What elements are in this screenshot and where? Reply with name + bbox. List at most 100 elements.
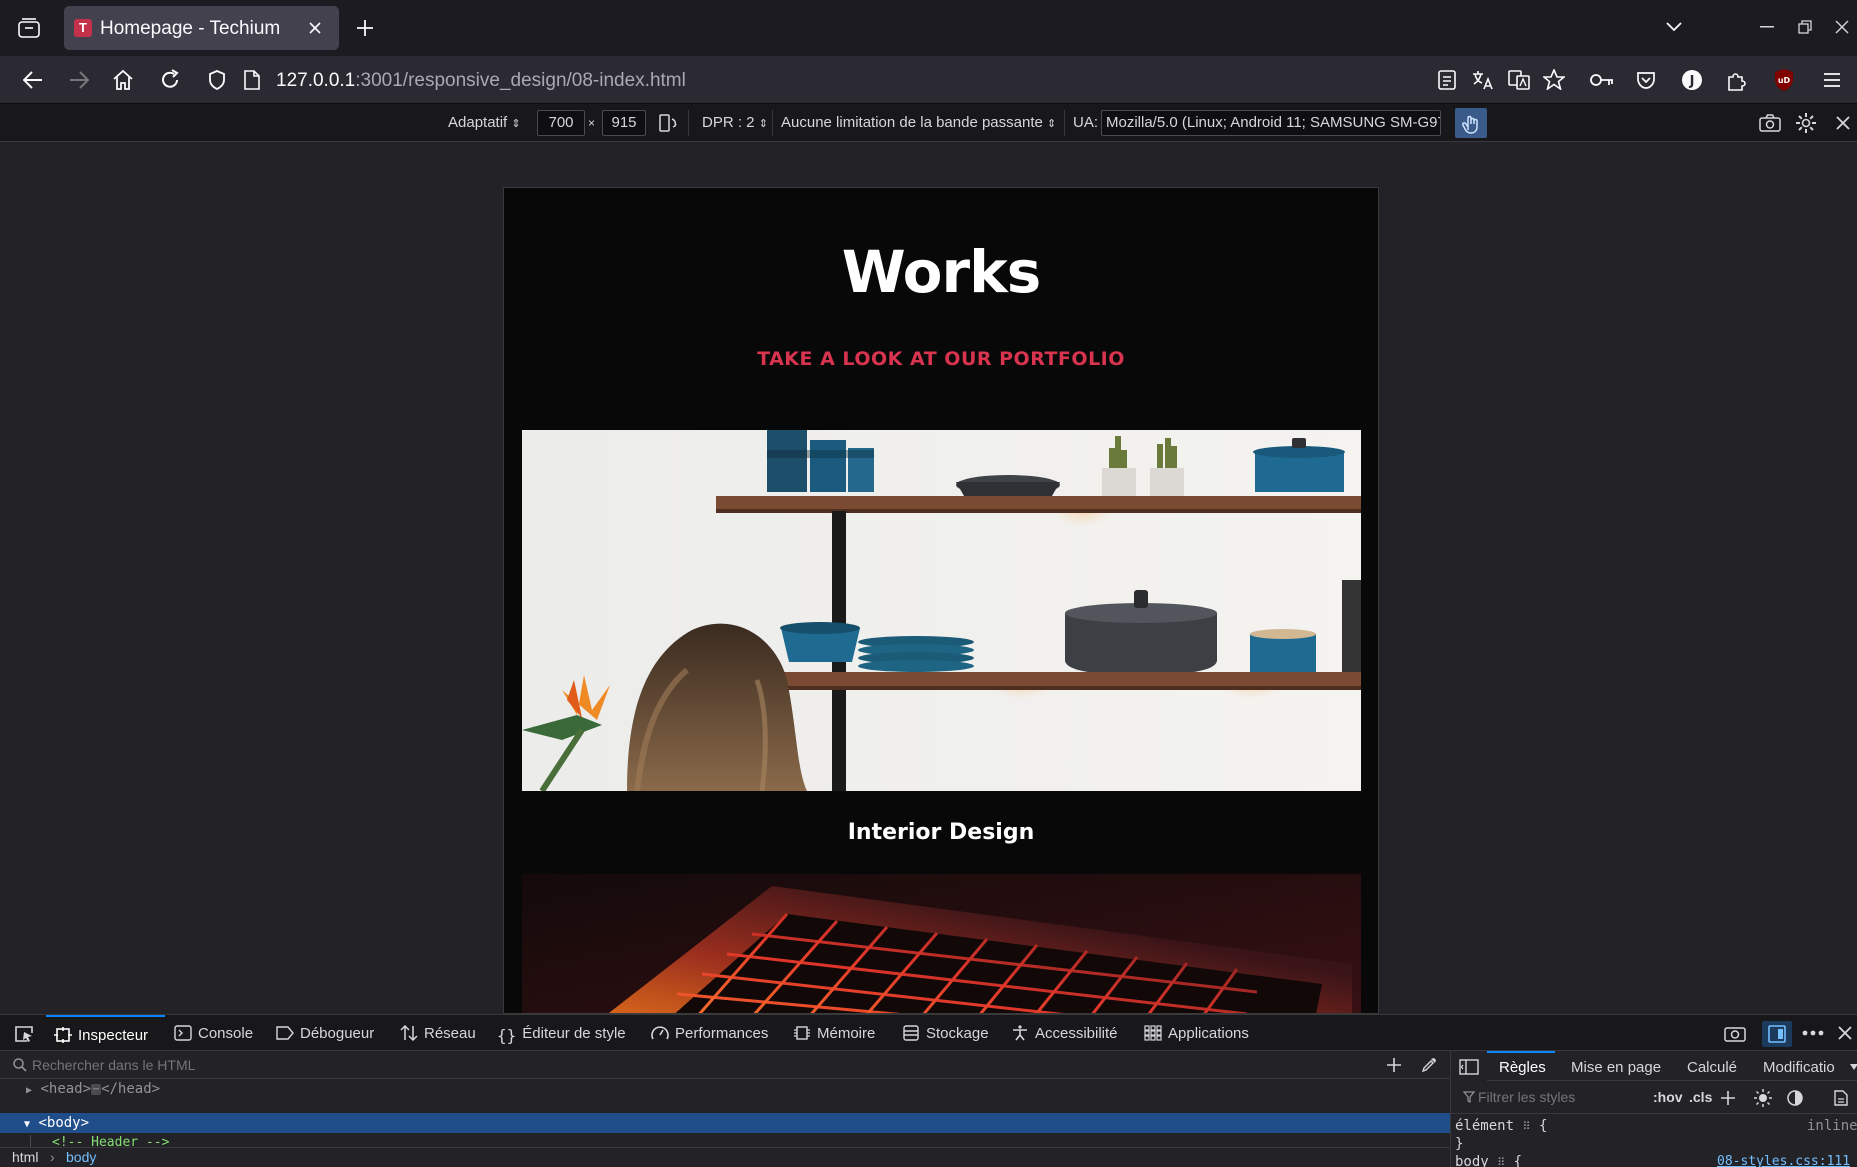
inspector-icon — [54, 1027, 72, 1043]
page-translate-icon[interactable] — [1508, 70, 1530, 90]
chevron-down-icon[interactable] — [1850, 1064, 1857, 1070]
tab-network[interactable]: Réseau — [400, 1015, 476, 1051]
tab-bar: T Homepage - Techium — [0, 0, 1857, 56]
add-rule-icon[interactable] — [1721, 1091, 1735, 1105]
hov-toggle[interactable]: :hov — [1653, 1089, 1683, 1105]
close-rdm-icon[interactable] — [1836, 116, 1850, 130]
network-icon — [400, 1025, 418, 1041]
print-simulation-icon[interactable] — [1834, 1090, 1848, 1106]
list-all-tabs-icon[interactable] — [1666, 22, 1682, 32]
tab-applications[interactable]: Applications — [1144, 1015, 1249, 1051]
filter-icon — [1463, 1091, 1475, 1103]
light-scheme-icon[interactable] — [1754, 1089, 1772, 1107]
tab-accessibility[interactable]: Accessibilité — [1011, 1015, 1118, 1051]
dark-scheme-icon[interactable] — [1787, 1090, 1803, 1106]
applications-icon — [1144, 1025, 1162, 1041]
extensions-icon[interactable] — [1727, 69, 1747, 91]
rules-divider — [1451, 1113, 1857, 1114]
user-agent-input[interactable]: Mozilla/5.0 (Linux; Android 11; SAMSUNG … — [1101, 110, 1441, 136]
reload-icon[interactable] — [159, 69, 181, 91]
tab-computed[interactable]: Calculé — [1687, 1059, 1737, 1076]
url-text[interactable]: 127.0.0.1:3001/responsive_design/08-inde… — [276, 70, 686, 92]
portfolio-image-keyboard — [522, 874, 1361, 1013]
pocket-icon[interactable] — [1636, 71, 1656, 89]
ublock-origin-icon[interactable]: uD — [1773, 68, 1795, 92]
html-search-input[interactable] — [32, 1055, 1032, 1075]
dpr-selector[interactable]: DPR : 2 ⇕ — [702, 114, 768, 131]
tab-console[interactable]: Console — [174, 1015, 253, 1051]
debugger-icon — [276, 1026, 294, 1040]
add-node-icon[interactable] — [1386, 1057, 1402, 1073]
viewport-width-input[interactable]: 700 — [537, 110, 585, 136]
app-menu-icon[interactable] — [1823, 72, 1841, 88]
passwords-key-icon[interactable] — [1590, 73, 1614, 87]
tab-list-icon[interactable] — [18, 18, 40, 38]
minimize-icon[interactable] — [1760, 26, 1774, 28]
back-icon[interactable] — [23, 71, 43, 89]
close-tab-icon[interactable] — [308, 21, 322, 35]
expand-arrow-icon[interactable]: ▶ — [26, 1085, 32, 1096]
markup-node-head[interactable]: ▶ <head> ⋯ </head> — [26, 1081, 160, 1097]
url-bar[interactable]: 127.0.0.1:3001/responsive_design/08-inde… — [198, 60, 1408, 100]
console-icon — [174, 1025, 192, 1041]
browser-tab[interactable]: T Homepage - Techium — [64, 6, 339, 50]
breadcrumb: html › body — [0, 1147, 1450, 1167]
separator — [772, 110, 773, 136]
rule-source-inline: inline — [1807, 1118, 1857, 1134]
markup-node-body-selected[interactable]: ▼ <body> — [0, 1113, 1450, 1133]
viewport-height-input[interactable]: 915 — [602, 110, 646, 136]
search-icon — [13, 1058, 27, 1072]
memory-icon — [794, 1026, 810, 1040]
tab-rules[interactable]: Règles — [1499, 1059, 1546, 1076]
more-options-icon[interactable] — [1802, 1030, 1824, 1036]
reader-view-icon[interactable] — [1438, 70, 1456, 90]
markup-view: ▶ <head>⋯</head> ▼ <body> <!-- Header --… — [0, 1051, 1450, 1167]
tab-layout[interactable]: Mise en page — [1571, 1059, 1661, 1076]
breadcrumb-body[interactable]: body — [66, 1149, 96, 1165]
tracking-protection-shield-icon[interactable] — [208, 70, 226, 90]
breadcrumb-separator: › — [50, 1149, 55, 1165]
accessibility-icon — [1013, 1025, 1027, 1041]
responsive-mode-toggle-icon[interactable] — [1762, 1021, 1792, 1047]
tab-storage[interactable]: Stockage — [902, 1015, 989, 1051]
tab-favicon: T — [74, 19, 92, 37]
tab-changes[interactable]: Modificatio — [1763, 1059, 1849, 1076]
filter-styles-input[interactable] — [1478, 1087, 1648, 1107]
touch-simulation-icon[interactable] — [1455, 108, 1487, 138]
sidebar-toggle-icon[interactable] — [1459, 1059, 1479, 1075]
eyedropper-icon[interactable] — [1421, 1057, 1437, 1073]
cls-toggle[interactable]: .cls — [1689, 1089, 1712, 1105]
body-tag: <body> — [38, 1115, 90, 1131]
tab-inspector[interactable]: Inspecteur — [46, 1015, 165, 1051]
network-throttling-selector[interactable]: Aucune limitation de la bande passante ⇕ — [781, 114, 1056, 131]
close-window-icon[interactable] — [1835, 20, 1849, 34]
restore-icon[interactable] — [1798, 20, 1812, 34]
close-devtools-icon[interactable] — [1838, 1026, 1852, 1040]
separator — [1064, 110, 1065, 136]
tab-memory[interactable]: Mémoire — [793, 1015, 875, 1051]
breadcrumb-html[interactable]: html — [12, 1149, 38, 1165]
collapse-arrow-icon[interactable]: ▼ — [24, 1119, 30, 1130]
tab-style-editor[interactable]: {} Éditeur de style — [497, 1015, 626, 1051]
page-info-icon[interactable] — [244, 70, 260, 90]
tab-performance[interactable]: Performances — [651, 1015, 768, 1051]
element-picker-icon[interactable] — [14, 1025, 34, 1043]
performance-icon — [651, 1026, 669, 1040]
account-avatar-icon[interactable]: J — [1681, 69, 1703, 91]
screenshot-node-icon[interactable] — [1724, 1024, 1746, 1042]
rotate-viewport-icon[interactable] — [658, 113, 678, 133]
device-selector[interactable]: Adaptatif ⇕ — [448, 114, 521, 131]
screenshot-icon[interactable] — [1759, 114, 1781, 132]
ellipsis-badge[interactable]: ⋯ — [91, 1084, 102, 1095]
tab-debugger[interactable]: Débogueur — [276, 1015, 374, 1051]
home-icon[interactable] — [112, 69, 134, 91]
settings-gear-icon[interactable] — [1795, 112, 1817, 134]
active-tab-indicator — [1487, 1051, 1555, 1053]
rule-selector-body: body ⠿ { — [1455, 1154, 1523, 1167]
forward-icon[interactable] — [69, 71, 89, 89]
rule-source-link[interactable]: 08-styles.css:111 — [1717, 1154, 1850, 1167]
bookmark-star-icon[interactable] — [1543, 69, 1565, 90]
new-tab-icon[interactable] — [356, 19, 374, 37]
translate-icon[interactable] — [1472, 70, 1494, 90]
navigation-toolbar: 127.0.0.1:3001/responsive_design/08-inde… — [0, 56, 1857, 104]
